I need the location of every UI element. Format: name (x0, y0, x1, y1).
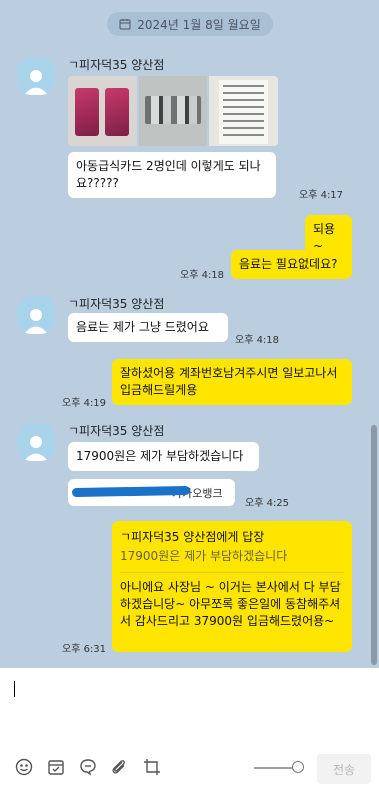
attach-icon[interactable] (109, 757, 129, 777)
chat-icon[interactable] (78, 757, 98, 777)
avatar[interactable] (17, 57, 55, 95)
photo[interactable] (209, 76, 278, 146)
photo-grid[interactable] (68, 76, 278, 146)
date-text: 2024년 1월 8일 월요일 (137, 17, 261, 32)
avatar[interactable] (17, 296, 55, 334)
sender-name: ㄱ피자덕35 양산점 (68, 58, 165, 72)
scrollbar[interactable] (371, 425, 377, 665)
message-time: 오후 4:19 (62, 398, 107, 409)
photo[interactable] (68, 76, 137, 146)
avatar-icon (24, 436, 48, 461)
slider-handle[interactable] (292, 761, 304, 773)
avatar[interactable] (17, 423, 55, 461)
sender-name: ㄱ피자덕35 양산점 (68, 297, 165, 311)
date-divider: 2024년 1월 8일 월요일 (107, 12, 273, 36)
reply-title: ㄱ피자덕35 양산점에게 답장 (120, 530, 265, 544)
message-time: 오후 4:18 (180, 270, 225, 281)
sender-name: ㄱ피자덕35 양산점 (68, 424, 165, 438)
reply-divider (120, 572, 344, 573)
reply-text: 아니에요 사장님 ~ 이거는 본사에서 다 부담하겠습니당~ 아무쪼록 좋은일에… (120, 580, 341, 628)
reply-quote[interactable]: 17900원은 제가 부담하겠습니다 (120, 548, 344, 565)
message-bubble[interactable]: 잘하셨어용 계좌번호남겨주시면 일보고나서 입금해드릴게용 (112, 359, 352, 405)
message-input-area[interactable]: 전송 (0, 668, 379, 794)
avatar-icon (24, 309, 48, 334)
emoji-icon[interactable] (14, 757, 34, 777)
message-bubble[interactable]: 아동급식카드 2명인데 이렇게도 되나요????? (68, 152, 276, 198)
message-bubble[interactable]: 음료는 필요없데요? (231, 250, 352, 279)
message-bubble[interactable]: 음료는 제가 그냥 드렸어요 (68, 313, 228, 342)
message-time: 오후 6:31 (62, 644, 107, 655)
redacted-account-bubble[interactable]: 카카오뱅크 (68, 479, 235, 506)
photo[interactable] (138, 76, 208, 146)
message-time: 오후 4:18 (235, 335, 280, 346)
message-time: 오후 4:25 (245, 498, 290, 509)
chat-area: 2024년 1월 8일 월요일 ㄱ피자덕35 양산점 아동급식카드 2명인데 이… (0, 0, 379, 668)
input-toolbar: 전송 (0, 753, 379, 785)
calendar-icon (119, 19, 131, 30)
send-button[interactable]: 전송 (317, 754, 371, 784)
schedule-icon[interactable] (46, 757, 66, 777)
avatar-icon (24, 70, 48, 95)
text-caret (14, 681, 15, 697)
message-bubble[interactable]: 17900원은 제가 부담하겠습니다 (68, 442, 259, 471)
reply-bubble[interactable]: ㄱ피자덕35 양산점에게 답장 17900원은 제가 부담하겠습니다 아니에요 … (112, 521, 352, 652)
crop-icon[interactable] (142, 757, 162, 777)
message-time: 오후 4:17 (299, 190, 344, 201)
